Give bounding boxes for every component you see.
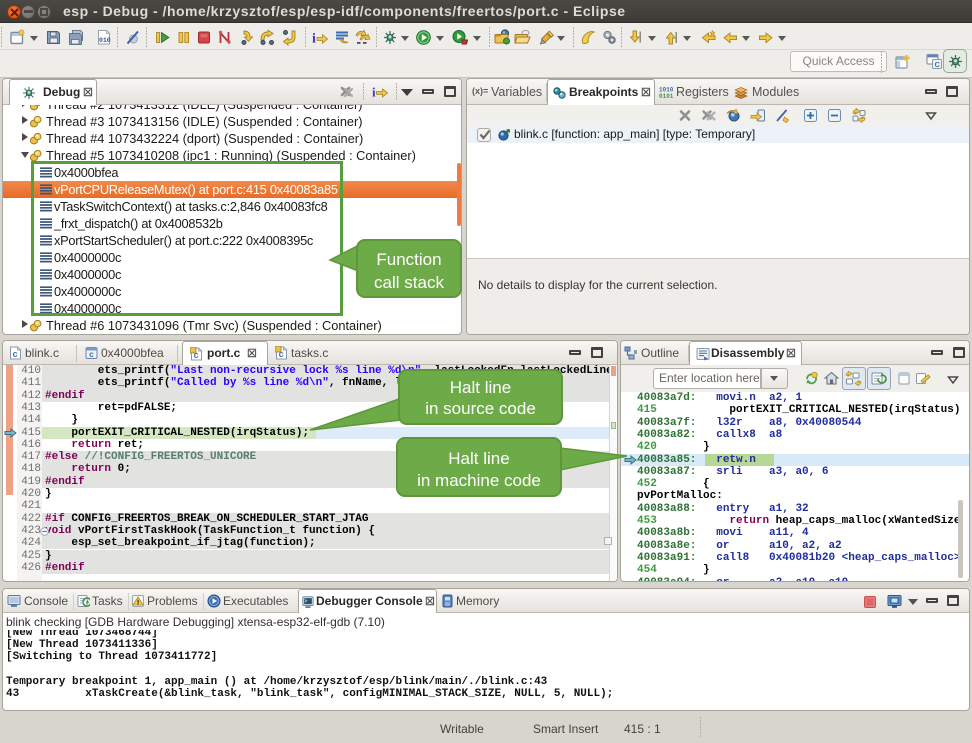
svg-text:c: c bbox=[13, 350, 18, 360]
svg-text:C: C bbox=[935, 60, 941, 69]
svg-text:010: 010 bbox=[99, 37, 111, 44]
svg-text:0101: 0101 bbox=[659, 93, 673, 99]
svg-text:c: c bbox=[89, 350, 94, 360]
svg-text:i: i bbox=[372, 85, 376, 100]
svg-text:i: i bbox=[312, 32, 316, 47]
